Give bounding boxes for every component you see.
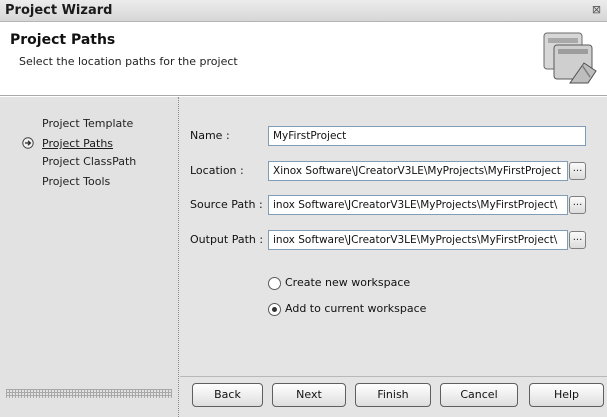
radio-selected[interactable] [268, 303, 281, 316]
current-step-arrow-icon [22, 137, 34, 149]
step-project-classpath[interactable]: Project ClassPath [42, 155, 136, 168]
wizard-windows-icon [543, 32, 597, 84]
cancel-button[interactable]: Cancel [440, 383, 518, 407]
output-path-field[interactable] [268, 230, 568, 250]
button-bar-divider [180, 376, 607, 377]
title-bar: Project Wizard ⊠ [0, 0, 607, 22]
page-subtitle: Select the location paths for the projec… [19, 55, 238, 68]
finish-button[interactable]: Finish [355, 383, 431, 407]
help-button[interactable]: Help [529, 383, 604, 407]
step-project-template[interactable]: Project Template [42, 117, 133, 130]
location-field[interactable] [268, 161, 568, 181]
name-field[interactable] [268, 126, 586, 146]
step-project-paths[interactable]: Project Paths [42, 137, 113, 150]
source-path-browse-button[interactable]: ... [569, 196, 586, 214]
wizard-header: Project Paths Select the location paths … [0, 22, 607, 96]
source-path-field[interactable] [268, 195, 568, 215]
resize-grip[interactable] [6, 389, 172, 398]
next-button[interactable]: Next [272, 383, 346, 407]
location-label: Location : [190, 164, 244, 177]
window-title: Project Wizard [5, 3, 113, 18]
output-path-browse-button[interactable]: ... [569, 231, 586, 249]
back-button[interactable]: Back [192, 383, 263, 407]
name-label: Name : [190, 129, 230, 142]
close-icon[interactable]: ⊠ [589, 3, 604, 18]
output-path-label: Output Path : [190, 233, 264, 246]
page-title: Project Paths [10, 32, 116, 48]
location-browse-button[interactable]: ... [569, 162, 586, 180]
radio-unselected[interactable] [268, 277, 281, 290]
panel-divider [178, 97, 181, 417]
step-project-tools[interactable]: Project Tools [42, 175, 110, 188]
source-path-label: Source Path : [190, 198, 263, 211]
